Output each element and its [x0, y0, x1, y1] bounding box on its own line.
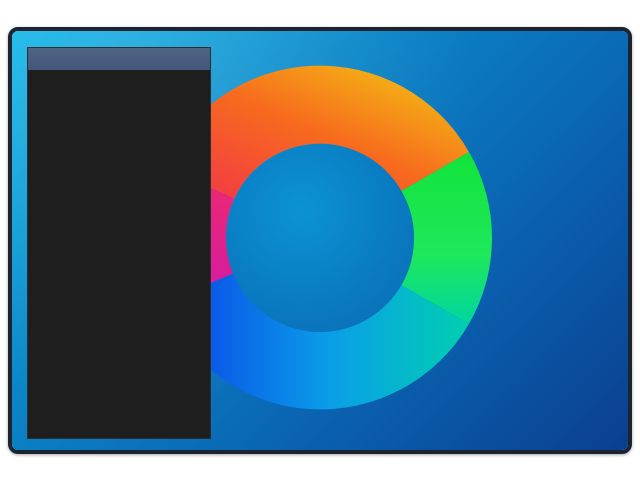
color-wheel-hole: [226, 144, 414, 332]
app-window[interactable]: [27, 47, 211, 439]
window-content-area[interactable]: [28, 70, 210, 438]
window-title-bar[interactable]: [28, 48, 210, 70]
screen-frame: [8, 27, 632, 454]
